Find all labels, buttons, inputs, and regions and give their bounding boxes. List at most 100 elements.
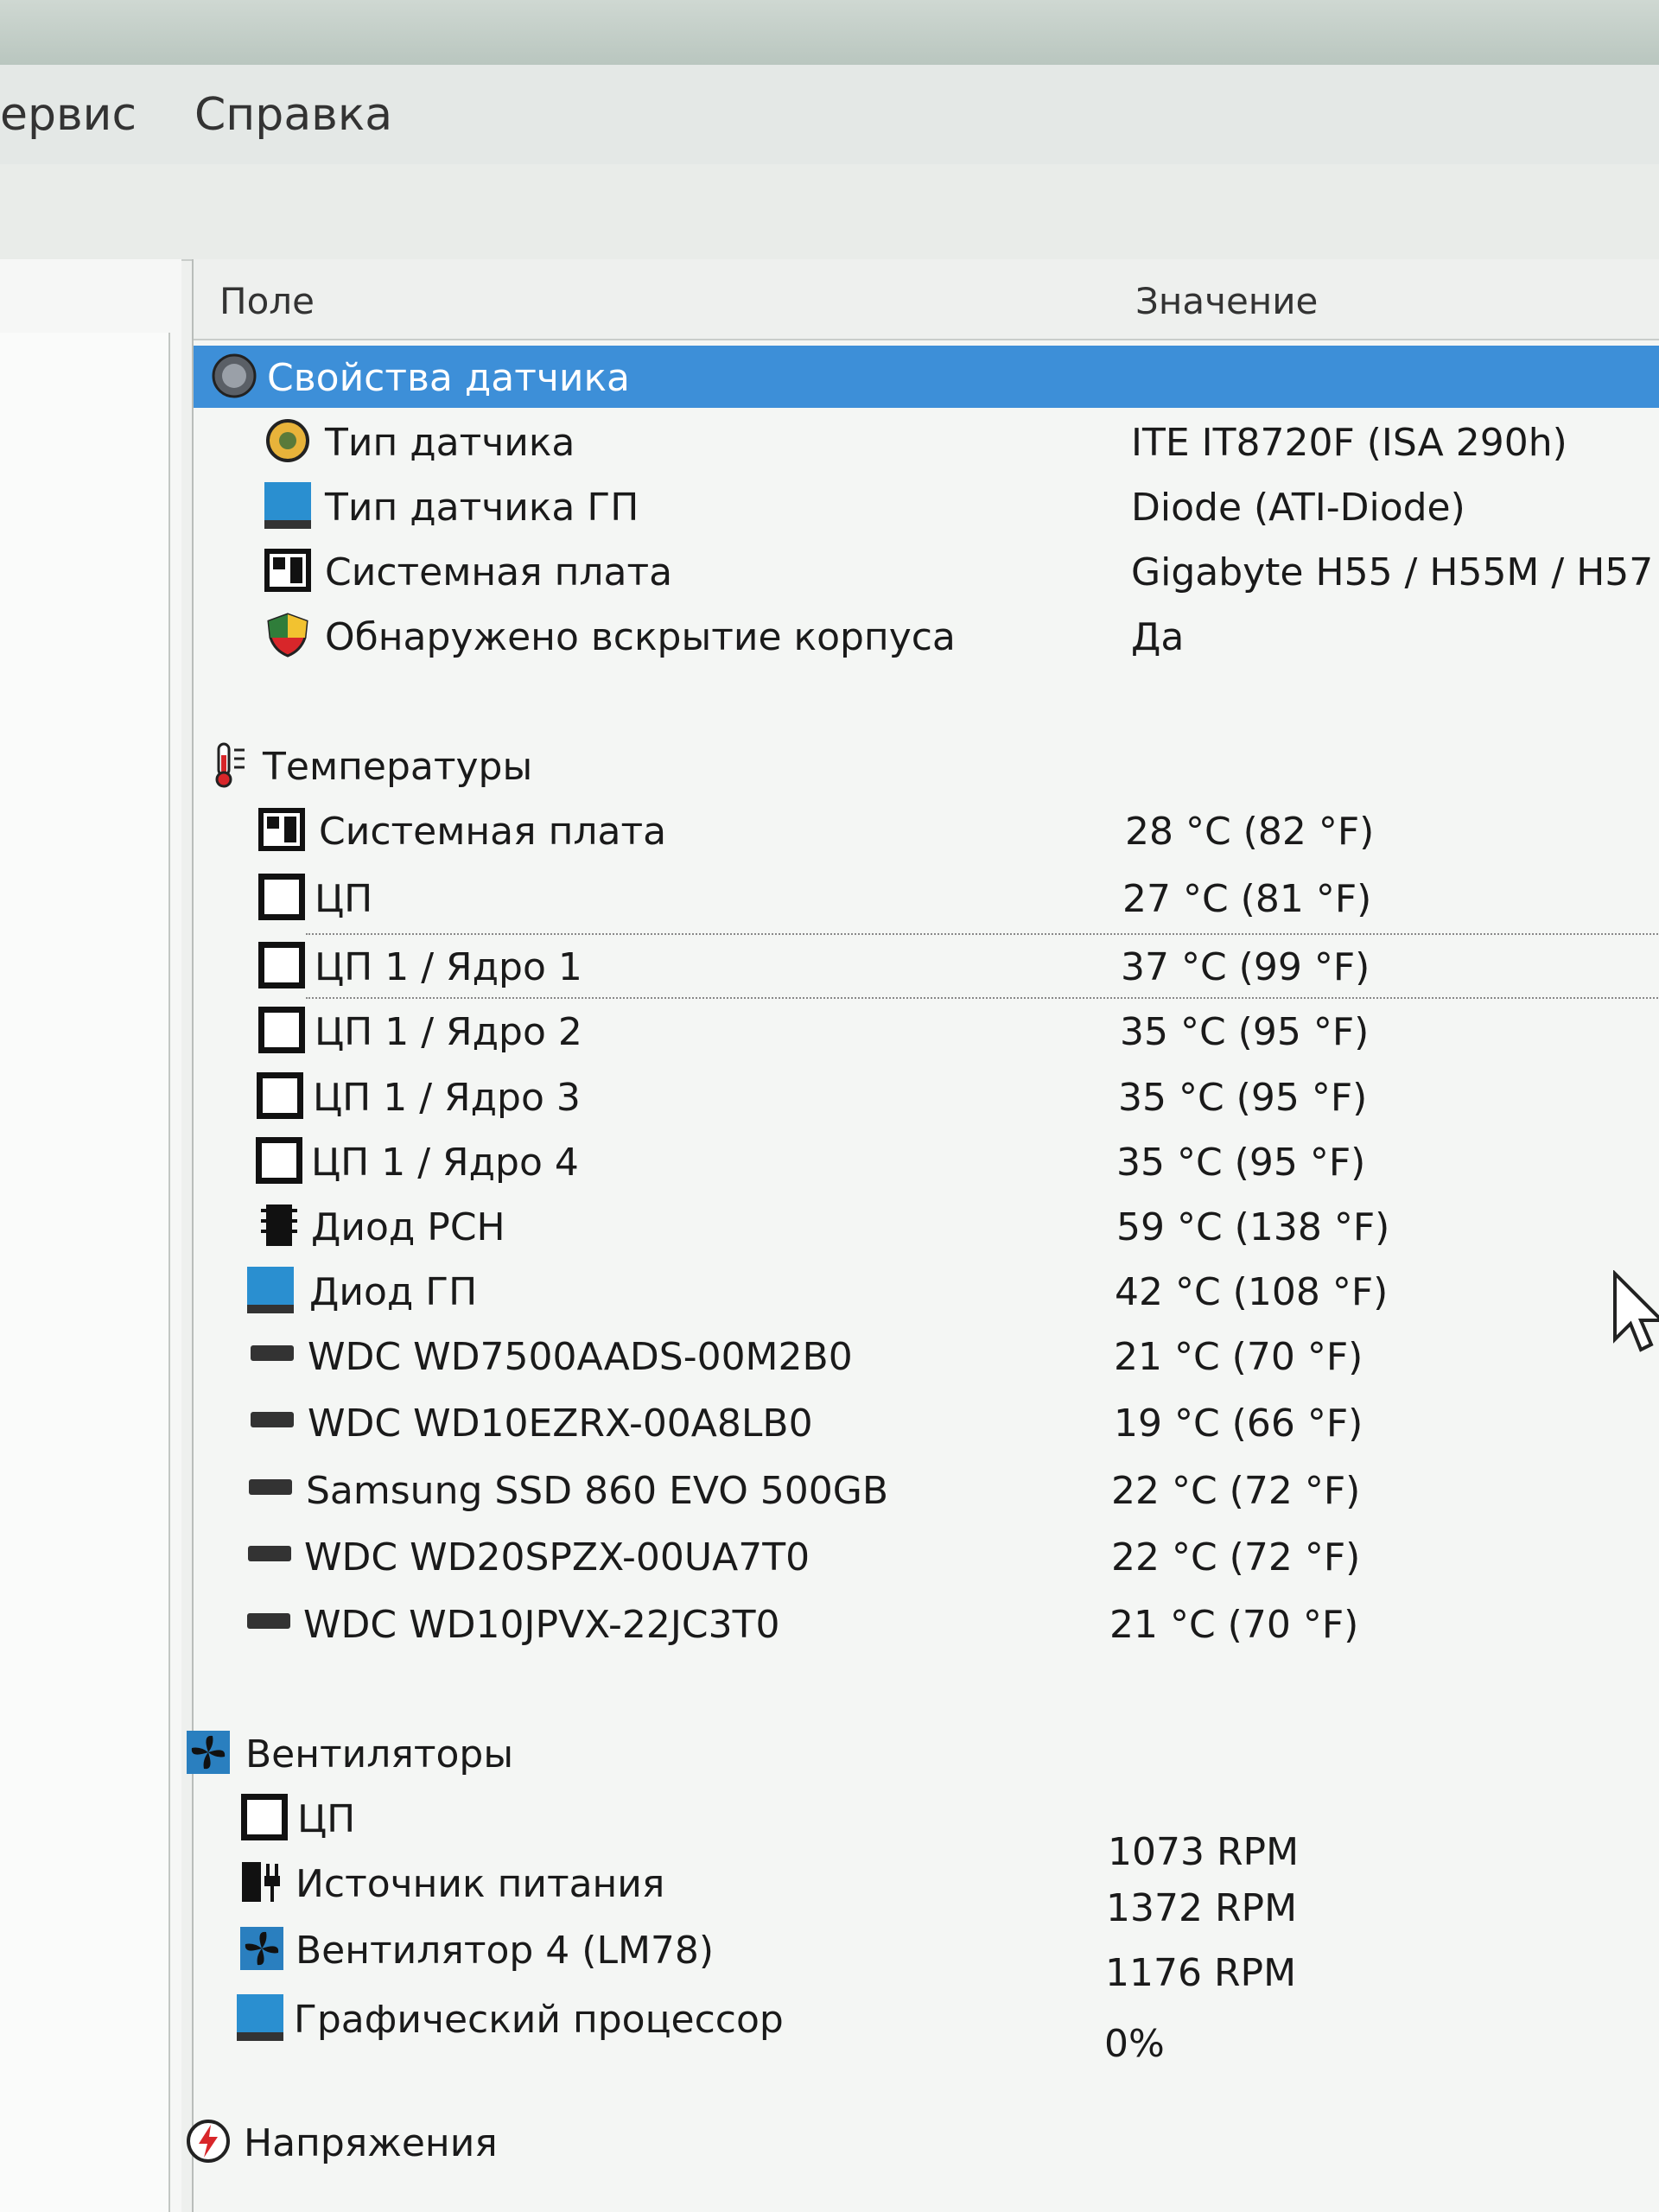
- field-name: Обнаружено вскрытие корпуса: [325, 615, 956, 659]
- cpu-icon: [257, 1072, 303, 1119]
- field-value: Да: [1131, 615, 1185, 659]
- cpu-icon: [258, 942, 305, 988]
- list-item[interactable]: Вентилятор 4 (LM78) 1176 RPM: [194, 1918, 1659, 1995]
- fan-icon: [240, 1927, 283, 1970]
- list-item[interactable]: Системная плата Gigabyte H55 / H55M / H5…: [194, 540, 1659, 602]
- list-item[interactable]: WDC WD10JPVX-22JC3T0 21 °C (70 °F): [194, 1592, 1659, 1655]
- field-name: Вентилятор 4 (LM78): [296, 1929, 715, 1973]
- list-item[interactable]: Samsung SSD 860 EVO 500GB 22 °C (72 °F): [194, 1459, 1659, 1521]
- field-name: Тип датчика: [325, 421, 575, 465]
- field-name: ЦП 1 / Ядро 1: [315, 945, 582, 989]
- list-item[interactable]: ЦП 1 / Ядро 3 35 °C (95 °F): [194, 1065, 1659, 1128]
- hard-drive-icon: [251, 1345, 294, 1361]
- list-item[interactable]: Системная плата 28 °C (82 °F): [194, 799, 1659, 861]
- group-voltages[interactable]: Напряжения: [187, 2111, 1659, 2173]
- field-name: ЦП 1 / Ядро 4: [311, 1141, 579, 1185]
- group-label: Вентиляторы: [245, 1732, 514, 1777]
- gpu-icon: [247, 1267, 294, 1313]
- list-item[interactable]: Тип датчика ITE IT8720F (ISA 290h): [194, 410, 1659, 473]
- toolbar: [0, 164, 1659, 261]
- thermometer-icon: [215, 742, 245, 788]
- motherboard-icon: [264, 549, 311, 592]
- list-item[interactable]: Источник питания 1372 RPM: [194, 1852, 1659, 1930]
- hard-drive-icon: [249, 1479, 292, 1495]
- gpu-icon: [264, 482, 311, 529]
- list-item[interactable]: WDC WD10EZRX-00A8LB0 19 °C (66 °F): [194, 1391, 1659, 1453]
- field-name: ЦП 1 / Ядро 3: [313, 1076, 581, 1120]
- menu-help[interactable]: Справка: [194, 89, 392, 141]
- tree-pane[interactable]: [0, 259, 181, 2212]
- field-name: ЦП: [297, 1797, 356, 1841]
- menu-service[interactable]: ервис: [0, 89, 137, 141]
- field-value: 19 °C (66 °F): [1114, 1402, 1363, 1446]
- menu-bar: ервис Справка: [0, 65, 1659, 164]
- sensor-grid[interactable]: Поле Значение Свойства датчика Тип датчи…: [187, 259, 1659, 2212]
- field-name: Системная плата: [325, 550, 673, 594]
- field-name: Графический процессор: [294, 1998, 784, 2042]
- tree-pane-list[interactable]: [0, 333, 170, 2212]
- field-name: ЦП: [315, 877, 373, 921]
- list-item[interactable]: Диод ГП 42 °C (108 °F): [194, 1260, 1659, 1322]
- cpu-icon: [258, 874, 305, 920]
- field-name: Диод PCH: [311, 1205, 505, 1249]
- field-name: Samsung SSD 860 EVO 500GB: [306, 1469, 889, 1513]
- field-value: Diode (ATI-Diode): [1131, 486, 1465, 530]
- list-item[interactable]: Графический процессор 0%: [194, 1987, 1659, 2066]
- list-item[interactable]: ЦП 1073 RPM: [194, 1787, 1659, 1874]
- shield-icon: [267, 613, 308, 658]
- sensor-icon: [212, 353, 257, 398]
- column-field-header[interactable]: Поле: [219, 280, 315, 322]
- list-item[interactable]: WDC WD7500AADS-00M2B0 21 °C (70 °F): [194, 1325, 1659, 1387]
- column-value-header[interactable]: Значение: [1135, 280, 1318, 322]
- group-sensor-properties[interactable]: Свойства датчика: [194, 346, 1659, 408]
- field-value: 35 °C (95 °F): [1116, 1141, 1366, 1185]
- column-header: Поле Значение: [194, 259, 1659, 340]
- list-item[interactable]: Обнаружено вскрытие корпуса Да: [194, 605, 1659, 667]
- field-value: 59 °C (138 °F): [1116, 1205, 1390, 1249]
- field-value: 27 °C (81 °F): [1122, 877, 1372, 921]
- field-name: WDC WD7500AADS-00M2B0: [308, 1335, 853, 1379]
- hard-drive-icon: [251, 1412, 294, 1427]
- field-value: 22 °C (72 °F): [1111, 1469, 1361, 1513]
- group-label: Напряжения: [244, 2121, 498, 2165]
- group-label: Температуры: [263, 745, 533, 789]
- list-item[interactable]: Диод PCH 59 °C (138 °F): [194, 1195, 1659, 1257]
- group-temperatures[interactable]: Температуры: [194, 734, 1659, 797]
- field-value: 0%: [1104, 2022, 1165, 2066]
- field-value: Gigabyte H55 / H55M / H57: [1131, 550, 1654, 594]
- field-name: WDC WD20SPZX-00UA7T0: [304, 1535, 810, 1580]
- list-item[interactable]: ЦП 27 °C (81 °F): [194, 867, 1659, 929]
- list-item[interactable]: ЦП 1 / Ядро 4 35 °C (95 °F): [194, 1130, 1659, 1192]
- field-value: 28 °C (82 °F): [1125, 810, 1375, 854]
- field-value: 21 °C (70 °F): [1114, 1335, 1363, 1379]
- fan-icon: [187, 1731, 230, 1774]
- field-value: 35 °C (95 °F): [1120, 1010, 1370, 1054]
- group-fans[interactable]: Вентиляторы: [187, 1722, 1659, 1784]
- field-value: 37 °C (99 °F): [1121, 945, 1370, 989]
- hard-drive-icon: [247, 1613, 290, 1629]
- list-item[interactable]: ЦП 1 / Ядро 1 37 °C (99 °F): [258, 933, 1659, 999]
- window-title-bar: [0, 0, 1659, 65]
- list-item[interactable]: ЦП 1 / Ядро 2 35 °C (95 °F): [194, 1000, 1659, 1062]
- sensor-type-icon: [266, 419, 309, 462]
- motherboard-icon: [258, 808, 305, 851]
- group-label: Свойства датчика: [267, 356, 631, 400]
- field-value: 42 °C (108 °F): [1115, 1270, 1389, 1314]
- mouse-cursor-icon: [1613, 1270, 1659, 1352]
- chipset-icon: [261, 1205, 297, 1246]
- field-name: Системная плата: [319, 810, 667, 854]
- field-name: Тип датчика ГП: [325, 486, 639, 530]
- cpu-icon: [241, 1794, 288, 1840]
- gpu-icon: [237, 1994, 283, 2041]
- voltage-icon: [187, 2120, 230, 2163]
- field-value: 35 °C (95 °F): [1118, 1076, 1368, 1120]
- field-name: ЦП 1 / Ядро 2: [315, 1010, 582, 1054]
- power-supply-icon: [242, 1862, 280, 1902]
- list-item[interactable]: Тип датчика ГП Diode (ATI-Diode): [194, 475, 1659, 537]
- list-item[interactable]: WDC WD20SPZX-00UA7T0 22 °C (72 °F): [194, 1525, 1659, 1587]
- field-name: Источник питания: [296, 1862, 665, 1906]
- cpu-icon: [258, 1007, 305, 1053]
- field-name: Диод ГП: [309, 1270, 478, 1314]
- hard-drive-icon: [248, 1546, 291, 1561]
- field-name: WDC WD10EZRX-00A8LB0: [308, 1402, 813, 1446]
